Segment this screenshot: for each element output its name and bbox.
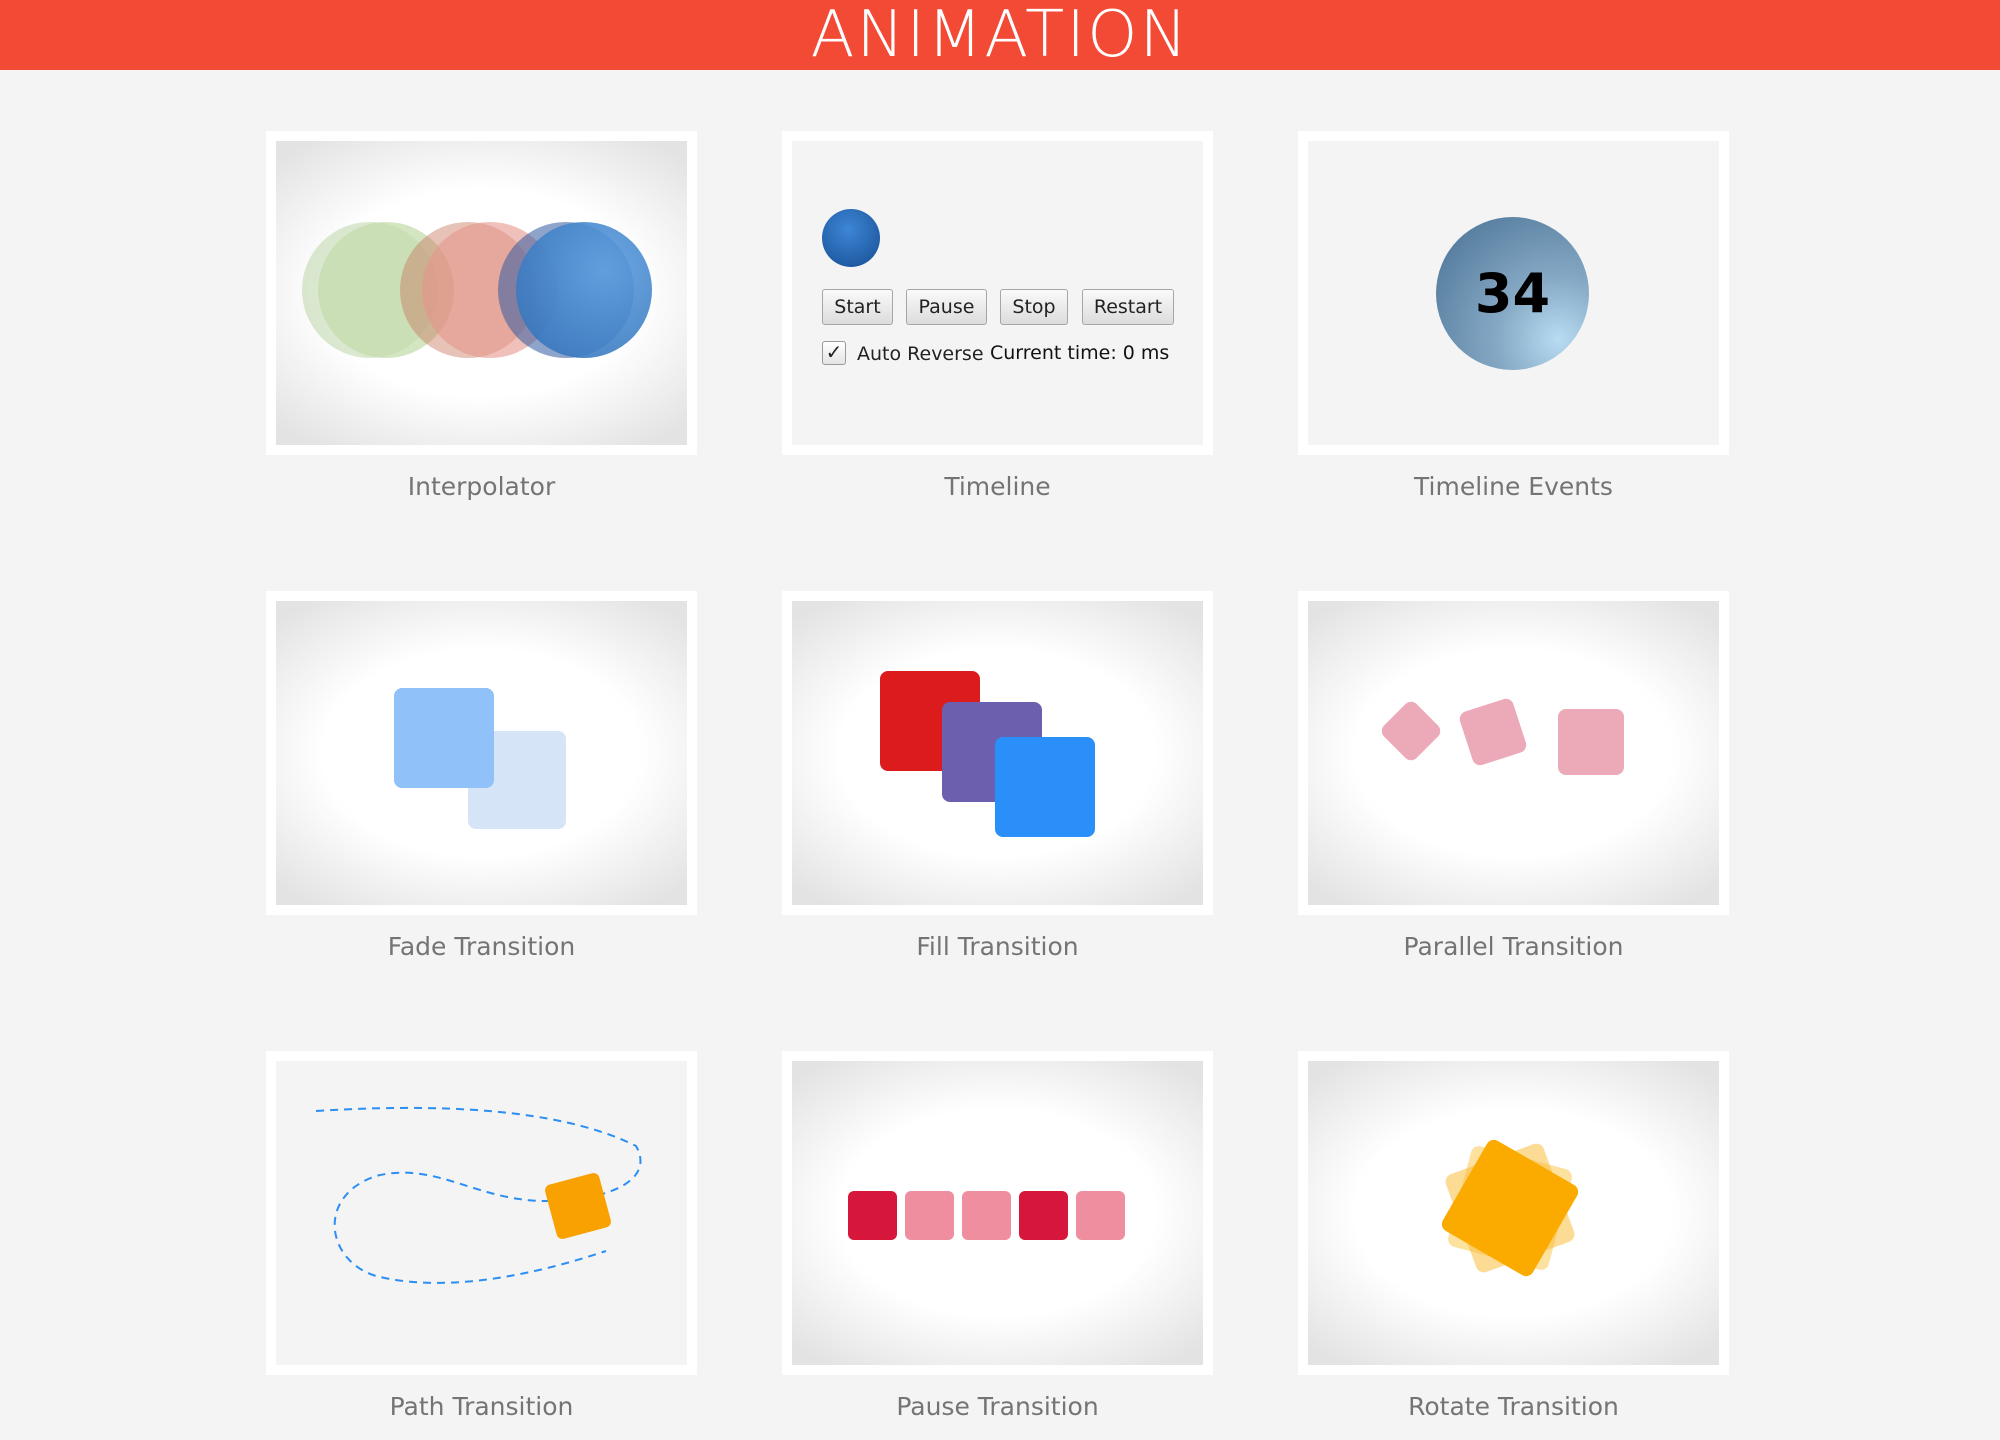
fade-square bbox=[394, 688, 494, 788]
card-label: Pause Transition bbox=[896, 1392, 1099, 1421]
card-timeline[interactable]: Start Pause Stop Restart ✓ Auto Reverse … bbox=[782, 131, 1213, 455]
rotate-square bbox=[1438, 1136, 1582, 1280]
card-label: Interpolator bbox=[407, 472, 556, 501]
counter-value: 34 bbox=[1474, 262, 1551, 325]
pause-button[interactable]: Pause bbox=[906, 289, 987, 325]
card-label: Timeline bbox=[944, 472, 1051, 501]
pause-square-5 bbox=[1076, 1191, 1125, 1240]
restart-button[interactable]: Restart bbox=[1082, 289, 1174, 325]
card-parallel-transition[interactable] bbox=[1298, 591, 1729, 915]
interpolator-preview bbox=[276, 141, 687, 445]
card-rotate-transition[interactable] bbox=[1298, 1051, 1729, 1375]
card-label: Fade Transition bbox=[387, 932, 576, 961]
timeline-ball bbox=[822, 209, 880, 267]
blue-circle bbox=[516, 222, 652, 358]
card-label: Parallel Transition bbox=[1403, 932, 1624, 961]
path-preview bbox=[276, 1061, 687, 1365]
auto-reverse-label: Auto Reverse bbox=[857, 343, 984, 365]
fade-preview bbox=[276, 601, 687, 905]
dashed-path bbox=[315, 1106, 642, 1284]
counter-ball: 34 bbox=[1436, 217, 1589, 370]
header-bar: ANIMATION bbox=[0, 0, 2000, 72]
parallel-preview bbox=[1308, 601, 1719, 905]
start-button[interactable]: Start bbox=[822, 289, 893, 325]
fill-preview bbox=[792, 601, 1203, 905]
pause-square-3 bbox=[962, 1191, 1011, 1240]
card-fade-transition[interactable] bbox=[266, 591, 697, 915]
card-label: Rotate Transition bbox=[1408, 1392, 1619, 1421]
current-time-label: Current time: 0 ms bbox=[990, 342, 1170, 364]
page-title: ANIMATION bbox=[810, 0, 1190, 72]
pink-square-1 bbox=[1378, 698, 1444, 764]
rotate-preview bbox=[1308, 1061, 1719, 1365]
card-interpolator[interactable] bbox=[266, 131, 697, 455]
card-fill-transition[interactable] bbox=[782, 591, 1213, 915]
card-pause-transition[interactable] bbox=[782, 1051, 1213, 1375]
blue-square bbox=[995, 737, 1095, 837]
pause-square-4 bbox=[1019, 1191, 1068, 1240]
timeline-preview: Start Pause Stop Restart ✓ Auto Reverse … bbox=[792, 141, 1203, 445]
pink-square-3 bbox=[1558, 709, 1624, 775]
pause-preview bbox=[792, 1061, 1203, 1365]
card-timeline-events[interactable]: 34 bbox=[1298, 131, 1729, 455]
card-label: Timeline Events bbox=[1414, 472, 1613, 501]
card-path-transition[interactable] bbox=[266, 1051, 697, 1375]
pink-square-2 bbox=[1457, 696, 1529, 768]
timeline-events-preview: 34 bbox=[1308, 141, 1719, 445]
pause-square-2 bbox=[905, 1191, 954, 1240]
pause-square-1 bbox=[848, 1191, 897, 1240]
auto-reverse-checkbox[interactable]: ✓ bbox=[822, 341, 846, 365]
card-label: Fill Transition bbox=[916, 932, 1079, 961]
card-label: Path Transition bbox=[389, 1392, 574, 1421]
stop-button[interactable]: Stop bbox=[1000, 289, 1068, 325]
